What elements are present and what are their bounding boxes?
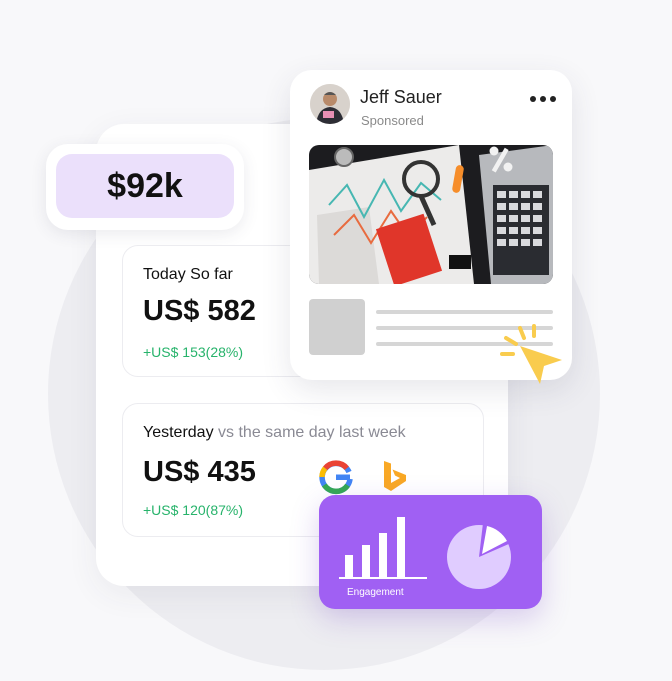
bing-icon [384, 461, 406, 491]
revenue-badge: $92k [46, 144, 244, 230]
pie-chart-icon [447, 523, 511, 589]
today-delta: +US$ 153(28%) [143, 344, 244, 360]
engagement-label: Engagement [347, 587, 404, 598]
avatar [310, 84, 350, 124]
more-horizontal-icon[interactable] [530, 96, 556, 102]
bar-chart-icon [339, 517, 427, 579]
sponsored-label: Sponsored [361, 113, 424, 128]
today-title: Today So far [143, 266, 233, 283]
yesterday-value: US$ 435 [143, 456, 256, 488]
today-value: US$ 582 [143, 295, 256, 327]
engagement-card: Engagement [319, 495, 542, 609]
yesterday-title: Yesterday vs the same day last week [143, 424, 406, 442]
cursor-click-icon [500, 324, 562, 384]
yesterday-delta: +US$ 120(87%) [143, 502, 244, 518]
author-name[interactable]: Jeff Sauer [360, 87, 442, 108]
yesterday-comparison: vs the same day last week [218, 424, 406, 441]
post-text-line [376, 310, 553, 314]
revenue-amount: $92k [56, 154, 234, 218]
post-thumbnail [309, 299, 365, 355]
google-icon [319, 460, 353, 495]
yesterday-label: Yesterday [143, 424, 214, 441]
post-image [309, 145, 553, 284]
